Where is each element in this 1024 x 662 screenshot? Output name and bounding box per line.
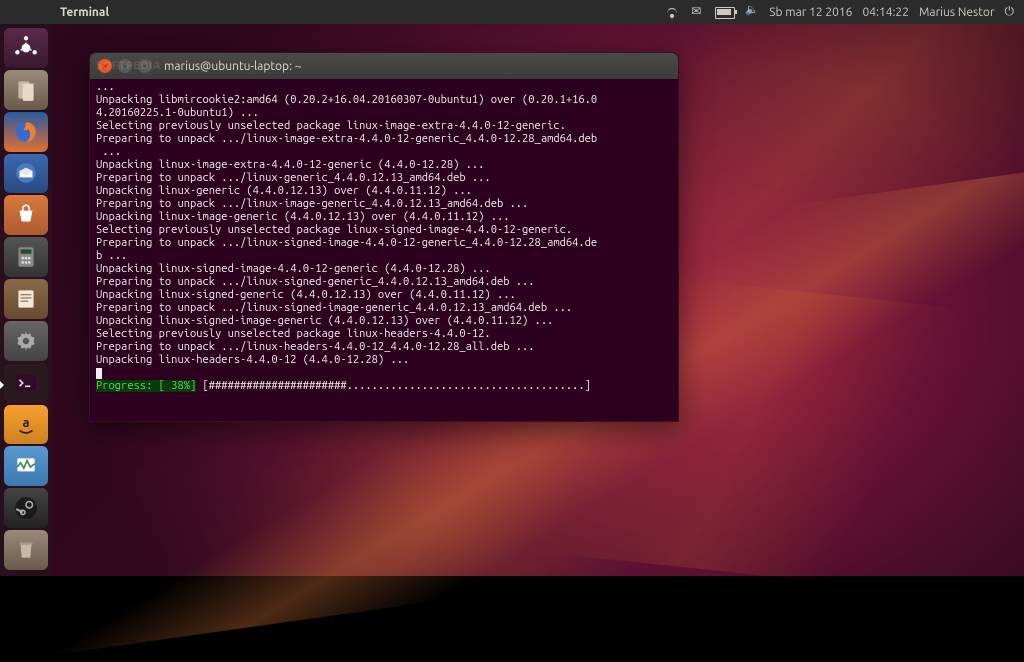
- session-icon[interactable]: ⏻: [1005, 5, 1015, 19]
- terminal-titlebar[interactable]: × ‑ ▫ marius@ubuntu-laptop: ~: [90, 53, 678, 79]
- messages-icon[interactable]: [691, 6, 705, 18]
- terminal-icon[interactable]: [4, 363, 48, 403]
- settings-icon[interactable]: [4, 321, 48, 361]
- terminal-window[interactable]: × ‑ ▫ marius@ubuntu-laptop: ~ ... Unpack…: [89, 52, 679, 422]
- terminal-cursor: [96, 368, 102, 379]
- clock-date[interactable]: Sb mar 12 2016: [769, 6, 852, 19]
- svg-text:a: a: [22, 416, 29, 430]
- firefox-icon[interactable]: [4, 112, 48, 152]
- terminal-title-text: marius@ubuntu-laptop: ~: [164, 60, 302, 73]
- network-icon[interactable]: [667, 6, 681, 18]
- dash-icon[interactable]: [4, 28, 48, 68]
- progress-bar: [######################.................…: [203, 380, 591, 392]
- text-editor-icon[interactable]: [4, 279, 48, 319]
- files-icon[interactable]: [4, 70, 48, 110]
- sound-icon[interactable]: [745, 6, 759, 18]
- user-menu[interactable]: Marius Nestor: [919, 6, 995, 19]
- thunderbird-icon[interactable]: [4, 154, 48, 194]
- calculator-icon[interactable]: [4, 237, 48, 277]
- unity-launcher: a: [0, 24, 52, 576]
- active-app-title: Terminal: [60, 6, 109, 19]
- clock-time[interactable]: 04:14:22: [862, 6, 909, 19]
- steam-icon[interactable]: [4, 488, 48, 528]
- amazon-icon[interactable]: a: [4, 405, 48, 445]
- software-center-icon[interactable]: [4, 195, 48, 235]
- window-maximize-icon[interactable]: ▫: [138, 59, 152, 73]
- window-close-icon[interactable]: ×: [98, 59, 112, 73]
- top-menu-bar: Terminal Sb mar 12 2016 04:14:22 Marius …: [0, 0, 1024, 24]
- progress-label: Progress: [ 38%]: [96, 380, 196, 392]
- system-monitor-icon[interactable]: [4, 446, 48, 486]
- battery-icon[interactable]: [715, 7, 735, 19]
- trash-icon[interactable]: [4, 530, 48, 570]
- terminal-output[interactable]: ... Unpacking libmircookie2:amd64 (0.20.…: [90, 79, 678, 421]
- window-minimize-icon[interactable]: ‑: [118, 59, 132, 73]
